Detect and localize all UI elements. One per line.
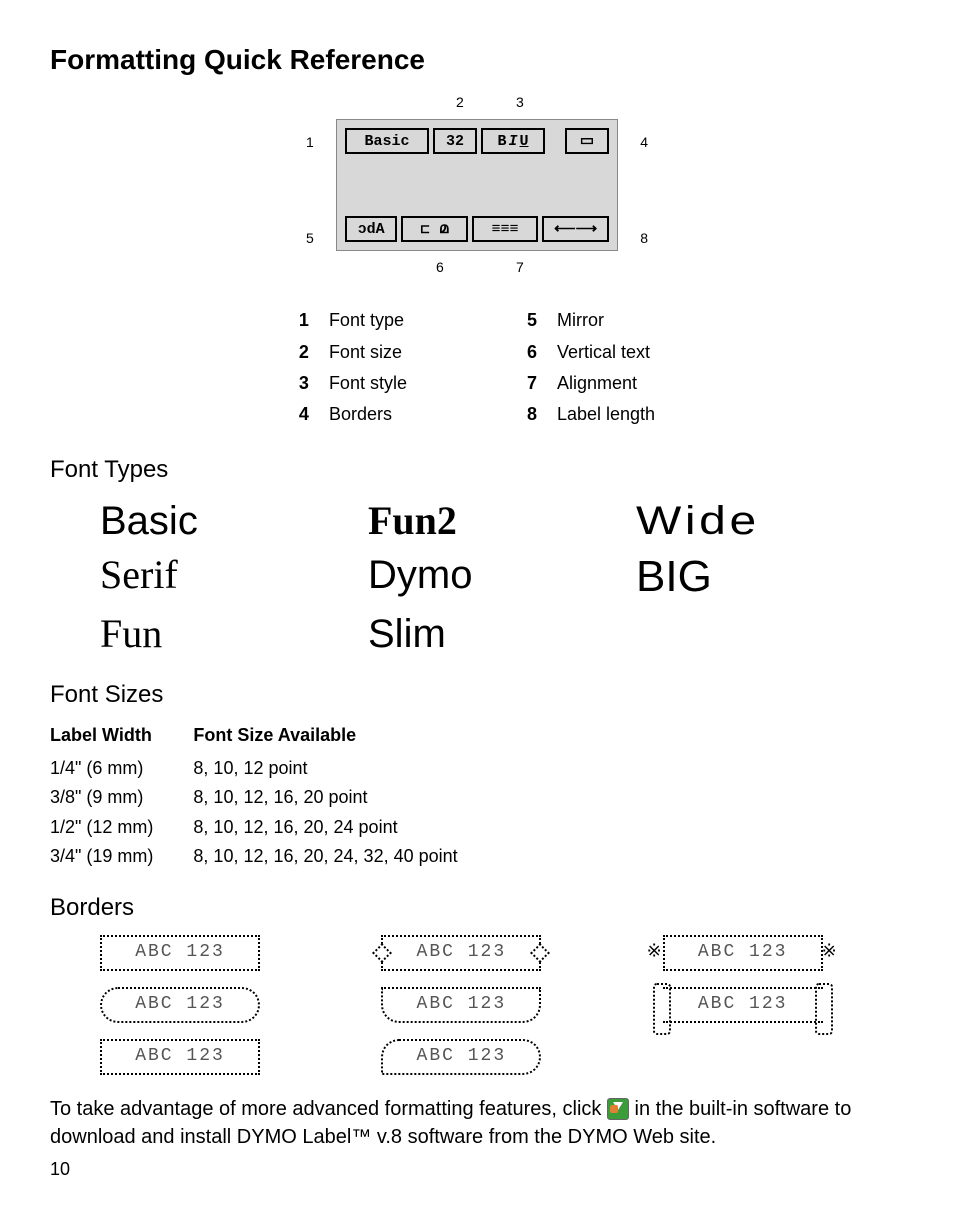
border-sample-fancy: ABC 123 <box>663 935 823 971</box>
font-types-grid: Basic Fun2 Wide Serif Dymo BIG Fun Slim <box>50 497 904 658</box>
legend-label: Label length <box>557 402 655 433</box>
legend-num: 3 <box>299 371 329 402</box>
sizes-header-sizes: Font Size Available <box>193 721 497 754</box>
border-sample-scroll: ABC 123 <box>663 987 823 1023</box>
callout-3: 3 <box>516 93 524 113</box>
border-sample-round: ABC 123 <box>100 987 260 1023</box>
border-sample-rect: ABC 123 <box>100 935 260 971</box>
callout-4: 4 <box>640 133 648 153</box>
font-sample-fun2: Fun2 <box>368 497 636 545</box>
legend-num: 1 <box>299 308 329 339</box>
callout-5: 5 <box>306 229 314 249</box>
legend-num: 6 <box>527 340 557 371</box>
border-sample-wave: ABC 123 <box>381 987 541 1023</box>
lcd-border: ▭ <box>565 128 609 154</box>
lcd-align: ≡≡≡ <box>472 216 539 242</box>
sizes-width: 1/2" (12 mm) <box>50 813 193 842</box>
callout-6: 6 <box>436 258 444 278</box>
sizes-width: 3/8" (9 mm) <box>50 783 193 812</box>
border-sample-bubble: ABC 123 <box>381 1039 541 1075</box>
section-font-types: Font Types <box>50 453 904 487</box>
sizes-values: 8, 10, 12, 16, 20 point <box>193 783 497 812</box>
legend-num: 8 <box>527 402 557 433</box>
sizes-header-width: Label Width <box>50 721 193 754</box>
legend-num: 5 <box>527 308 557 339</box>
section-font-sizes: Font Sizes <box>50 678 904 712</box>
lcd-length: ⟵⟶ <box>542 216 609 242</box>
footer-pre: To take advantage of more advanced forma… <box>50 1098 607 1120</box>
lcd-diagram: 1 2 3 4 5 6 7 8 Basic 32 BIU ▭ ɔdA ⊏ മ ≡… <box>50 89 904 288</box>
legend-num: 7 <box>527 371 557 402</box>
legend-num: 4 <box>299 402 329 433</box>
legend-label: Font type <box>329 308 407 339</box>
lcd-font-size: 32 <box>433 128 477 154</box>
font-sample-wide: Wide <box>636 497 954 545</box>
sizes-values: 8, 10, 12, 16, 20, 24, 32, 40 point <box>193 842 497 871</box>
page-title: Formatting Quick Reference <box>50 40 904 79</box>
footer-text: To take advantage of more advanced forma… <box>50 1095 904 1151</box>
callout-7: 7 <box>516 258 524 278</box>
font-sample-big: BIG <box>636 551 904 604</box>
legend-label: Vertical text <box>557 340 655 371</box>
font-sizes-table: Label Width Font Size Available 1/4" (6 … <box>50 721 498 871</box>
font-sample-fun: Fun <box>100 610 368 658</box>
lcd-font-type: Basic <box>345 128 429 154</box>
sizes-values: 8, 10, 12, 16, 20, 24 point <box>193 813 497 842</box>
sizes-width: 3/4" (19 mm) <box>50 842 193 871</box>
font-sample-slim: Slim <box>368 610 636 658</box>
callout-1: 1 <box>306 133 314 153</box>
callout-8: 8 <box>640 229 648 249</box>
lcd-mirror: ɔdA <box>345 216 397 242</box>
legend: 1Font type 2Font size 3Font style 4Borde… <box>50 308 904 433</box>
font-sample-basic: Basic <box>100 497 368 545</box>
font-sample-serif: Serif <box>100 551 368 604</box>
legend-label: Font size <box>329 340 407 371</box>
callout-2: 2 <box>456 93 464 113</box>
border-sample-diamond: ABC 123 <box>381 935 541 971</box>
legend-label: Mirror <box>557 308 655 339</box>
legend-label: Alignment <box>557 371 655 402</box>
borders-grid: ABC 123 ABC 123 ABC 123 ABC 123 ABC 123 … <box>50 935 904 1075</box>
download-icon[interactable] <box>607 1098 629 1120</box>
sizes-values: 8, 10, 12 point <box>193 754 497 783</box>
sizes-width: 1/4" (6 mm) <box>50 754 193 783</box>
lcd-vertical: ⊏ മ <box>401 216 468 242</box>
font-sample-dymo: Dymo <box>368 551 636 604</box>
section-borders: Borders <box>50 891 904 925</box>
legend-label: Borders <box>329 402 407 433</box>
border-sample-zig: ABC 123 <box>100 1039 260 1075</box>
legend-label: Font style <box>329 371 407 402</box>
lcd-font-style: BIU <box>481 128 545 154</box>
legend-num: 2 <box>299 340 329 371</box>
lcd-screen: Basic 32 BIU ▭ ɔdA ⊏ മ ≡≡≡ ⟵⟶ <box>336 119 618 251</box>
page-number: 10 <box>50 1157 904 1182</box>
